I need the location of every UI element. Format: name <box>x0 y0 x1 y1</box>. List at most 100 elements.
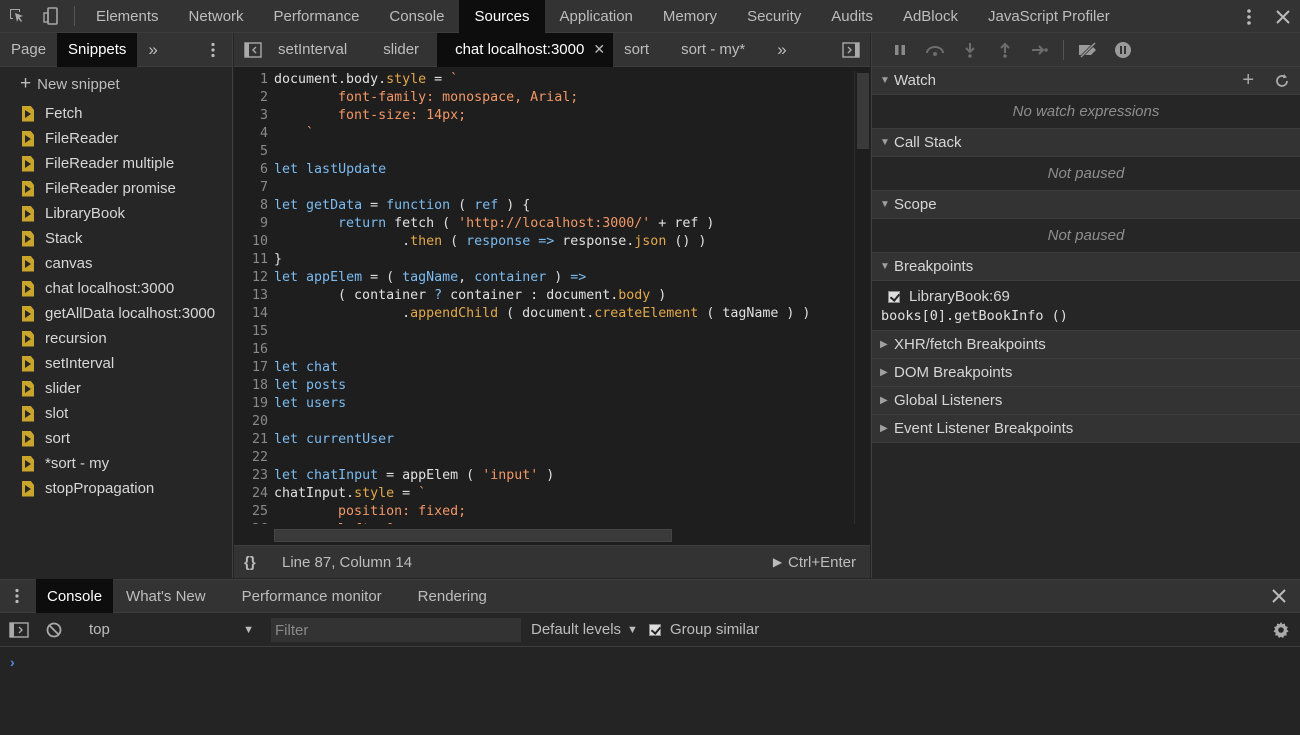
close-devtools-icon[interactable] <box>1266 0 1300 33</box>
line-number[interactable]: 9 <box>234 215 274 233</box>
pause-on-exceptions-icon[interactable] <box>1105 33 1140 67</box>
step-out-icon[interactable] <box>987 33 1022 67</box>
drawer-tab-whats-new[interactable]: What's New <box>115 579 217 613</box>
tab-javascript-profiler[interactable]: JavaScript Profiler <box>973 0 1125 33</box>
editor-tab-sort-my[interactable]: sort - my* <box>667 33 763 67</box>
line-number[interactable]: 5 <box>234 143 274 161</box>
snippet-item[interactable]: *sort - my <box>0 451 232 476</box>
refresh-watch-icon[interactable] <box>1274 73 1290 89</box>
line-number[interactable]: 17 <box>234 359 274 377</box>
line-number[interactable]: 6 <box>234 161 274 179</box>
log-levels-select[interactable]: Default levels ▼ <box>531 621 638 638</box>
console-filter-input[interactable] <box>271 618 521 642</box>
line-number[interactable]: 7 <box>234 179 274 197</box>
xhr-breakpoints-header[interactable]: ▶ XHR/fetch Breakpoints <box>872 331 1300 359</box>
tab-network[interactable]: Network <box>174 0 259 33</box>
deactivate-breakpoints-icon[interactable] <box>1070 33 1105 67</box>
line-number[interactable]: 22 <box>234 449 274 467</box>
console-output[interactable]: › <box>0 648 1300 735</box>
more-options-icon[interactable] <box>1232 0 1266 33</box>
snippet-item[interactable]: getAllData localhost:3000 <box>0 301 232 326</box>
tab-security[interactable]: Security <box>732 0 816 33</box>
line-number[interactable]: 13 <box>234 287 274 305</box>
drawer-tab-console[interactable]: Console <box>36 579 114 613</box>
call-stack-section-header[interactable]: ▼ Call Stack <box>872 129 1300 157</box>
more-editor-tabs-icon[interactable]: » <box>763 33 800 67</box>
line-number[interactable]: 16 <box>234 341 274 359</box>
vertical-scrollbar[interactable] <box>854 71 870 524</box>
new-snippet-button[interactable]: + New snippet <box>0 67 232 101</box>
drawer-menu-icon[interactable] <box>0 579 34 613</box>
snippet-item[interactable]: chat localhost:3000 <box>0 276 232 301</box>
snippet-item[interactable]: Stack <box>0 226 232 251</box>
editor-tab-sort[interactable]: sort <box>613 33 667 67</box>
pause-icon[interactable] <box>882 33 917 67</box>
device-toolbar-icon[interactable] <box>34 0 68 33</box>
tab-elements[interactable]: Elements <box>81 0 174 33</box>
nav-tab-snippets[interactable]: Snippets <box>57 32 138 67</box>
show-sidebar-icon[interactable] <box>9 621 29 638</box>
add-watch-icon[interactable]: + <box>1242 69 1254 92</box>
nav-tab-page[interactable]: Page <box>0 33 57 67</box>
step-icon[interactable] <box>1022 33 1057 67</box>
inspect-element-icon[interactable] <box>0 0 34 33</box>
line-number[interactable]: 8 <box>234 197 274 215</box>
tab-audits[interactable]: Audits <box>816 0 888 33</box>
snippet-item[interactable]: FileReader multiple <box>0 151 232 176</box>
snippet-item[interactable]: sort <box>0 426 232 451</box>
line-number[interactable]: 23 <box>234 467 274 485</box>
group-similar-checkbox[interactable] <box>649 623 661 636</box>
snippet-item[interactable]: setInterval <box>0 351 232 376</box>
editor-tab-chat-localhost[interactable]: chat localhost:3000 ✕ <box>437 32 614 67</box>
line-number[interactable]: 20 <box>234 413 274 431</box>
group-similar-toggle[interactable]: Group similar <box>649 621 759 638</box>
line-number[interactable]: 18 <box>234 377 274 395</box>
line-number[interactable]: 11 <box>234 251 274 269</box>
line-number[interactable]: 25 <box>234 503 274 521</box>
drawer-tab-rendering[interactable]: Rendering <box>407 579 498 613</box>
watch-section-header[interactable]: ▼ Watch + <box>872 67 1300 95</box>
snippet-item[interactable]: canvas <box>0 251 232 276</box>
snippet-item[interactable]: Fetch <box>0 101 232 126</box>
scroll-thumb[interactable] <box>274 529 672 542</box>
run-snippet-button[interactable]: ▶ Ctrl+Enter <box>773 554 856 571</box>
line-number[interactable]: 21 <box>234 431 274 449</box>
line-number[interactable]: 10 <box>234 233 274 251</box>
line-number[interactable]: 14 <box>234 305 274 323</box>
line-number[interactable]: 15 <box>234 323 274 341</box>
global-listeners-header[interactable]: ▶ Global Listeners <box>872 387 1300 415</box>
scope-section-header[interactable]: ▼ Scope <box>872 191 1300 219</box>
line-number[interactable]: 26 <box>234 521 274 524</box>
tab-memory[interactable]: Memory <box>648 0 732 33</box>
code-content[interactable]: 1 document.body.style = ` 2 font-family: m… <box>234 71 854 524</box>
drawer-tab-performance-monitor[interactable]: Performance monitor <box>231 579 393 613</box>
snippet-item[interactable]: FileReader promise <box>0 176 232 201</box>
close-drawer-icon[interactable] <box>1261 579 1298 613</box>
scroll-thumb[interactable] <box>857 73 869 149</box>
toggle-debugger-icon[interactable] <box>832 33 870 67</box>
more-tabs-icon[interactable]: » <box>137 33 168 67</box>
step-into-icon[interactable] <box>952 33 987 67</box>
snippet-item[interactable]: FileReader <box>0 126 232 151</box>
snippet-item[interactable]: recursion <box>0 326 232 351</box>
clear-console-icon[interactable] <box>46 622 62 638</box>
event-listener-breakpoints-header[interactable]: ▶ Event Listener Breakpoints <box>872 415 1300 443</box>
snippet-item[interactable]: slider <box>0 376 232 401</box>
line-number[interactable]: 24 <box>234 485 274 503</box>
breakpoints-section-header[interactable]: ▼ Breakpoints <box>872 253 1300 281</box>
tab-performance[interactable]: Performance <box>259 0 375 33</box>
line-number[interactable]: 3 <box>234 107 274 125</box>
tab-sources[interactable]: Sources <box>459 0 545 33</box>
snippet-item[interactable]: stopPropagation <box>0 476 232 501</box>
dom-breakpoints-header[interactable]: ▶ DOM Breakpoints <box>872 359 1300 387</box>
execution-context-select[interactable]: top ▼ <box>89 621 254 638</box>
step-over-icon[interactable] <box>917 33 952 67</box>
line-number[interactable]: 4 <box>234 125 274 143</box>
tab-adblock[interactable]: AdBlock <box>888 0 973 33</box>
tab-console[interactable]: Console <box>374 0 459 33</box>
console-settings-gear-icon[interactable] <box>1272 621 1290 639</box>
close-tab-icon[interactable]: ✕ <box>593 41 605 58</box>
breakpoint-checkbox[interactable] <box>888 290 900 303</box>
tab-application[interactable]: Application <box>545 0 648 33</box>
horizontal-scrollbar[interactable] <box>274 527 854 543</box>
